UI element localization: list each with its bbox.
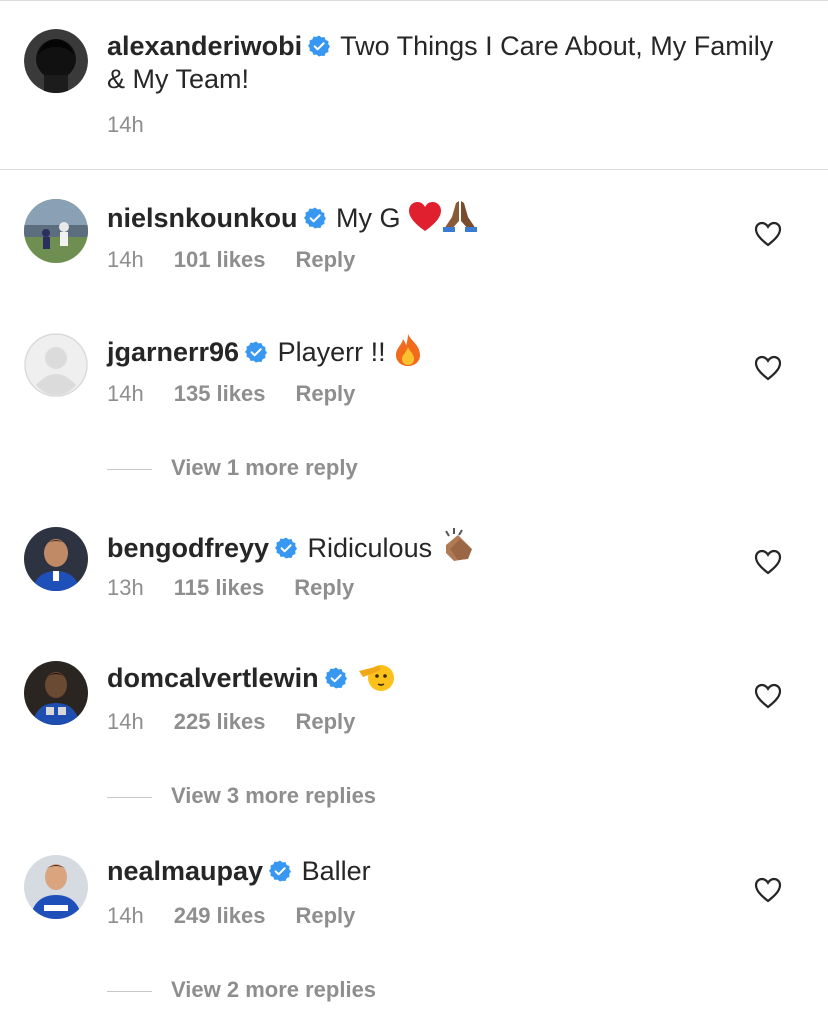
reply-button[interactable]: Reply [295,709,355,735]
comment-text: Baller [294,856,371,886]
verified-badge-icon [303,207,326,229]
avatar[interactable] [24,855,88,919]
comment-item: nielsnkounkou My G 14h 101 likes Reply [0,199,828,319]
comment-meta: 14h 135 likes Reply [107,381,385,407]
comment-username[interactable]: domcalvertlewin [107,663,319,693]
comment-text: Playerr !! [270,337,394,367]
like-heart-icon[interactable] [754,221,782,247]
comment-item: domcalvertlewin 14h 225 likes Reply [0,661,828,781]
likes-count[interactable]: 115 likes [174,575,265,601]
comment-body: domcalvertlewin [107,661,395,694]
comment-username[interactable]: nielsnkounkou [107,203,298,233]
reply-thread-line [107,991,152,992]
comment-username[interactable]: jgarnerr96 [107,337,239,367]
avatar[interactable] [24,29,88,93]
comment-body: bengodfreyy Ridiculous [107,527,478,564]
caption-username[interactable]: alexanderiwobi [107,31,302,61]
verified-badge-icon [324,667,347,689]
avatar[interactable] [24,333,88,397]
likes-count[interactable]: 135 likes [174,381,266,407]
likes-count[interactable]: 101 likes [174,247,266,273]
comment-text: My G [328,203,409,233]
verified-badge-icon [269,860,292,882]
comment-item: nealmaupay Baller 14h 249 likes Reply [0,855,828,975]
verified-badge-icon [308,35,331,57]
avatar[interactable] [24,527,88,591]
likes-count[interactable]: 225 likes [174,709,266,735]
comment-body: nealmaupay Baller [107,855,371,887]
comment-timestamp: 14h [107,247,144,272]
reply-button[interactable]: Reply [294,575,354,601]
comment-timestamp: 13h [107,575,144,600]
comment-item: bengodfreyy Ridiculous 13h 115 likes Reply [0,527,828,647]
comment-username[interactable]: bengodfreyy [107,533,269,563]
reply-button[interactable]: Reply [295,381,355,407]
caption-timestamp: 14h [107,112,144,137]
comment-meta: 14h 249 likes Reply [107,903,385,929]
avatar[interactable] [24,661,88,725]
comment-body: jgarnerr96 Playerr !! [107,333,423,368]
reply-thread-line [107,797,152,798]
comment-timestamp: 14h [107,381,144,406]
comment-timestamp: 14h [107,903,144,928]
view-more-replies[interactable]: View 3 more replies [107,783,507,813]
view-more-replies[interactable]: View 2 more replies [107,977,507,1007]
comment-username[interactable]: nealmaupay [107,856,263,886]
comment-text: Ridiculous [300,533,440,563]
fire-icon [393,333,423,367]
comment-meta: 13h 115 likes Reply [107,575,384,601]
comment-meta: 14h 101 likes Reply [107,247,385,273]
saluting-face-icon [357,661,395,693]
comment-timestamp: 14h [107,709,144,734]
view-more-replies-label[interactable]: View 1 more reply [171,455,358,481]
reply-thread-line [107,469,152,470]
like-heart-icon[interactable] [754,683,782,709]
comment-item: jgarnerr96 Playerr !! 14h 135 likes Reply [0,333,828,453]
likes-count[interactable]: 249 likes [174,903,266,929]
reply-button[interactable]: Reply [295,247,355,273]
clapping-hands-icon [440,527,478,563]
comment-meta: 14h 225 likes Reply [107,709,385,735]
comment-body: nielsnkounkou My G [107,199,478,234]
caption-body: alexanderiwobi Two Things I Care About, … [107,30,787,96]
like-heart-icon[interactable] [754,877,782,903]
reply-button[interactable]: Reply [295,903,355,929]
like-heart-icon[interactable] [754,549,782,575]
verified-badge-icon [275,537,298,559]
verified-badge-icon [245,341,268,363]
post-caption: alexanderiwobi Two Things I Care About, … [0,0,828,170]
red-heart-icon [408,201,442,233]
view-more-replies-label[interactable]: View 2 more replies [171,977,376,1003]
like-heart-icon[interactable] [754,355,782,381]
view-more-replies-label[interactable]: View 3 more replies [171,783,376,809]
view-more-replies[interactable]: View 1 more reply [107,455,507,485]
avatar[interactable] [24,199,88,263]
folded-hands-icon [442,199,478,233]
